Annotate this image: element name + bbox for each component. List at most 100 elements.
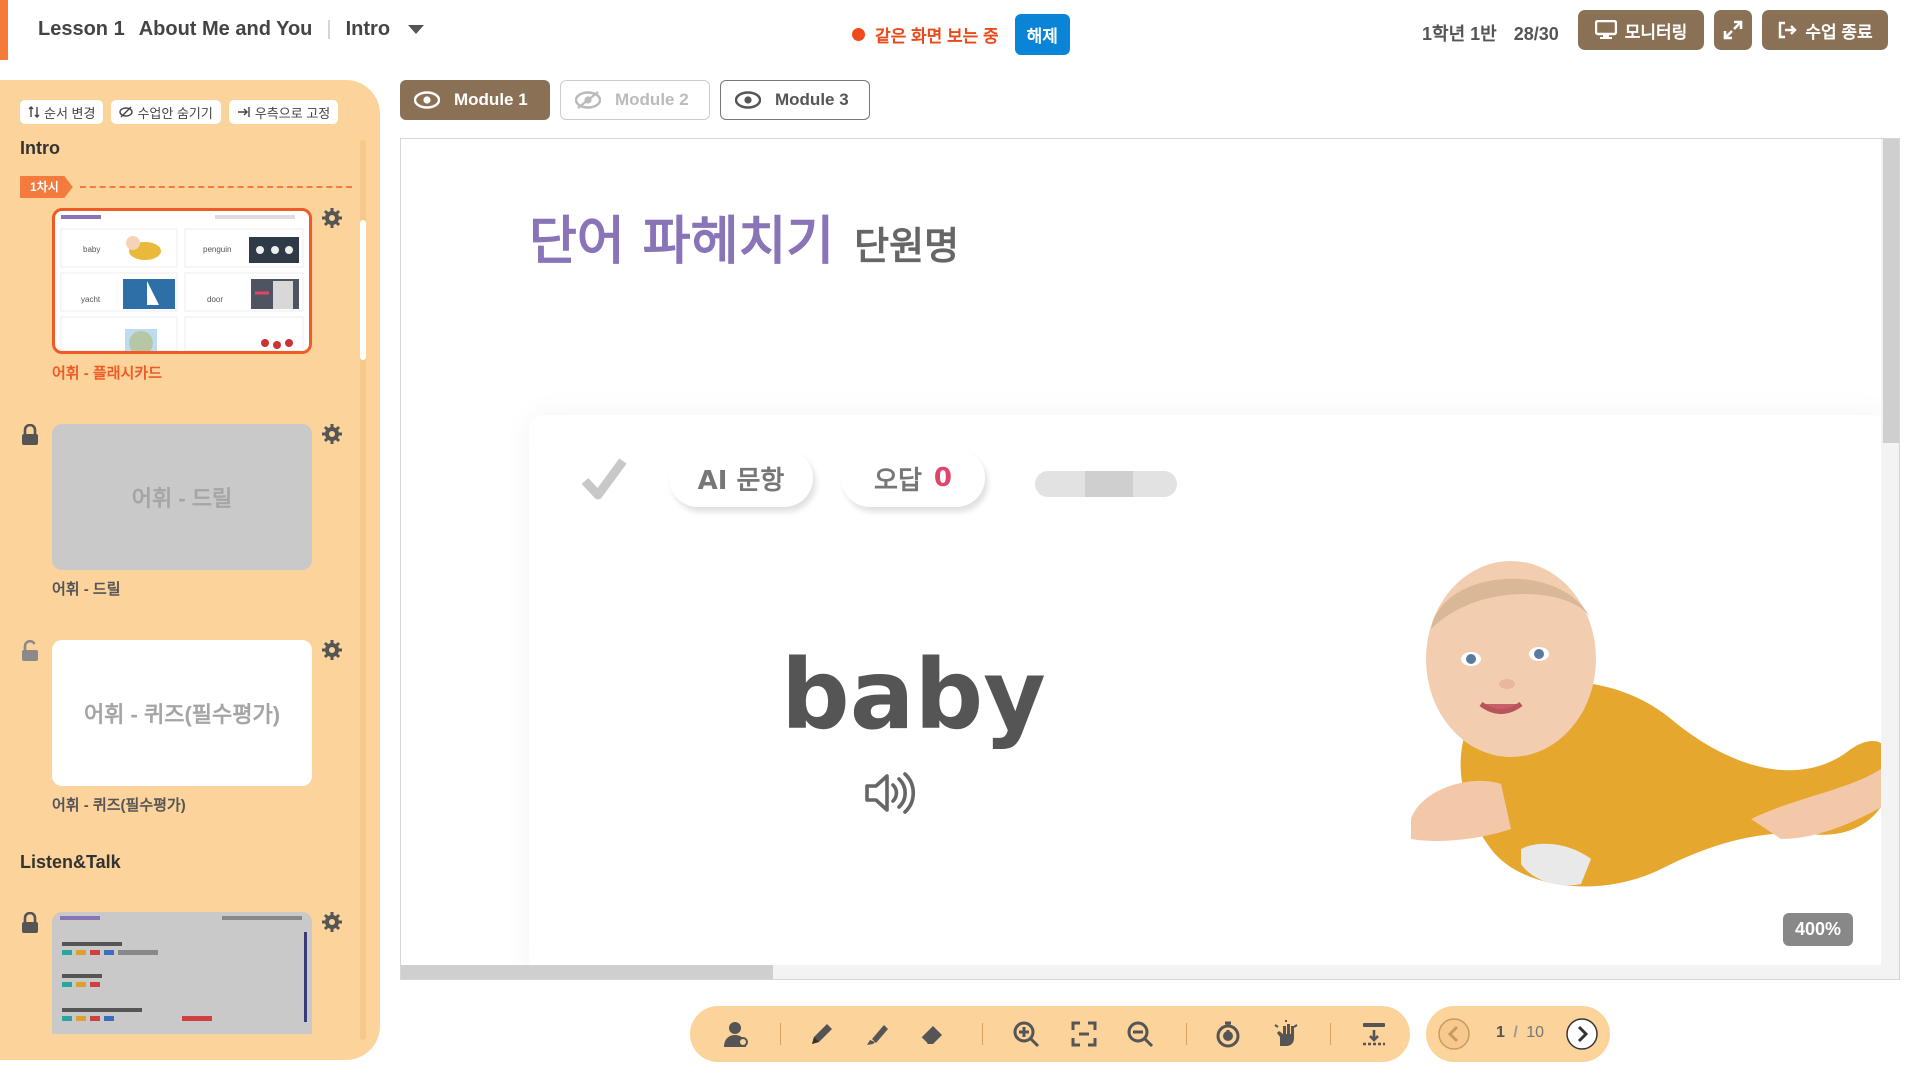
- checkmark-icon[interactable]: [581, 457, 627, 501]
- vertical-scrollbar[interactable]: [1881, 139, 1899, 965]
- attendance-count: 28/30: [1513, 24, 1559, 44]
- toolbar-divider: [982, 1023, 983, 1045]
- toolbar-divider: [1186, 1023, 1187, 1045]
- section-dropdown[interactable]: Intro: [346, 18, 390, 41]
- exit-icon: [1779, 21, 1798, 39]
- thumb-word: yacht: [81, 295, 101, 304]
- reorder-label: 순서 변경: [44, 105, 96, 121]
- student-icon[interactable]: [722, 1020, 750, 1048]
- class-info: 1학년 1반 28/30: [1422, 20, 1559, 46]
- thumbnail-drill[interactable]: 어휘 - 드릴: [52, 424, 312, 570]
- ai-question-label: AI 문항: [697, 465, 785, 496]
- pin-right-label: 우측으로 고정: [254, 105, 331, 121]
- activity-title-text: 단어 파헤치기: [529, 212, 835, 272]
- zoom-in-icon[interactable]: [1012, 1020, 1040, 1048]
- thumb-word: penguin: [203, 245, 232, 254]
- tab-module-3[interactable]: Module 3: [720, 80, 870, 120]
- class-name: 1학년 1반: [1422, 24, 1497, 44]
- gear-icon[interactable]: [322, 424, 342, 444]
- gear-icon[interactable]: [322, 912, 342, 932]
- release-button[interactable]: 해제: [1014, 14, 1070, 55]
- thumbnail-listen-talk[interactable]: [52, 912, 312, 1034]
- listen-talk-preview: [60, 916, 307, 1022]
- page-separator: /: [1513, 1024, 1518, 1041]
- toolbar-divider: [780, 1023, 781, 1045]
- live-status-text: 같은 화면 보는 중: [875, 27, 999, 46]
- tab-module-3-label: Module 3: [775, 90, 849, 109]
- pin-right-icon: [237, 107, 250, 117]
- pin-right-button[interactable]: 우측으로 고정: [228, 100, 339, 124]
- lock-icon[interactable]: [20, 912, 40, 934]
- live-dot-icon: [852, 28, 865, 41]
- activity-title: 단어 파헤치기 단원명: [529, 199, 959, 274]
- vertical-scroll-thumb[interactable]: [1883, 139, 1899, 443]
- toolbar-divider: [1330, 1023, 1331, 1045]
- thumbnail-flashcard[interactable]: baby penguin yacht door: [52, 208, 312, 354]
- hide-plan-button[interactable]: 수업안 숨기기: [111, 100, 221, 124]
- ai-question-button[interactable]: AI 문항: [669, 449, 813, 507]
- item-label-quiz: 어휘 - 퀴즈(필수평가): [52, 797, 186, 814]
- sidebar-toolbar: 순서 변경 수업안 숨기기 우측으로 고정: [20, 100, 339, 124]
- end-class-label: 수업 종료: [1805, 22, 1873, 42]
- section-title-intro: Intro: [20, 138, 60, 158]
- speaker-icon[interactable]: [863, 769, 915, 817]
- chevron-down-icon[interactable]: [408, 25, 425, 34]
- wrong-answers-button[interactable]: 오답 0: [841, 449, 985, 507]
- highlighter-icon[interactable]: [864, 1020, 892, 1048]
- next-page-button[interactable]: [1566, 1018, 1598, 1050]
- tab-module-1[interactable]: Module 1: [400, 80, 550, 120]
- lesson-sidebar: 순서 변경 수업안 숨기기 우측으로 고정 Intro 1차시 baby pen…: [0, 80, 380, 1060]
- quiz-placeholder: 어휘 - 퀴즈(필수평가): [83, 702, 281, 727]
- sidebar-scrollbar[interactable]: [360, 140, 366, 1040]
- gear-icon[interactable]: [322, 208, 342, 228]
- raise-hand-icon[interactable]: [1272, 1020, 1300, 1048]
- hide-plan-label: 수업안 숨기기: [137, 105, 213, 121]
- end-class-button[interactable]: 수업 종료: [1762, 10, 1888, 50]
- tab-module-2-label: Module 2: [615, 90, 689, 109]
- horizontal-scroll-thumb[interactable]: [401, 965, 773, 979]
- thumb-word: baby: [83, 245, 101, 254]
- monitoring-button[interactable]: 모니터링: [1578, 10, 1704, 50]
- horizontal-scrollbar[interactable]: [401, 965, 1899, 979]
- eraser-icon[interactable]: [918, 1020, 946, 1048]
- monitoring-label: 모니터링: [1624, 22, 1688, 42]
- lesson-number: Lesson 1: [38, 18, 125, 40]
- content-viewer[interactable]: 단어 파헤치기 단원명 AI 문항 오답 0 baby 400%: [400, 138, 1900, 980]
- unit-name: 단원명: [854, 224, 960, 268]
- gear-icon[interactable]: [322, 640, 342, 660]
- reorder-button[interactable]: 순서 변경: [20, 100, 104, 124]
- tab-module-1-label: Module 1: [454, 90, 528, 109]
- progress-segment: [1085, 471, 1133, 497]
- monitor-icon: [1594, 20, 1617, 39]
- lock-icon[interactable]: [20, 424, 40, 446]
- pencil-icon[interactable]: [808, 1020, 836, 1048]
- zoom-out-icon[interactable]: [1126, 1020, 1154, 1048]
- breadcrumb-separator: |: [326, 18, 332, 40]
- page-indicator: 1 / 10: [1496, 1024, 1544, 1042]
- unlock-icon[interactable]: [20, 640, 40, 662]
- zoom-level-badge: 400%: [1783, 913, 1854, 946]
- fit-screen-icon[interactable]: [1070, 1020, 1098, 1048]
- tab-module-2[interactable]: Module 2: [560, 80, 710, 120]
- current-page: 1: [1496, 1024, 1505, 1041]
- prev-page-button[interactable]: [1438, 1018, 1470, 1050]
- progress-bar: [1035, 471, 1177, 497]
- live-status: 같은 화면 보는 중 해제: [852, 14, 1070, 55]
- thumbnail-quiz[interactable]: 어휘 - 퀴즈(필수평가): [52, 640, 312, 786]
- eye-off-icon: [119, 106, 134, 118]
- lesson-title: About Me and You: [138, 18, 313, 40]
- section-title-listen-talk: Listen&Talk: [20, 852, 121, 872]
- eye-icon: [414, 91, 440, 109]
- baby-image: [1411, 561, 1896, 887]
- flashcard-word: baby: [781, 639, 1046, 751]
- flashcard-preview: [60, 215, 304, 351]
- eye-icon: [735, 91, 761, 109]
- timer-icon[interactable]: [1214, 1020, 1242, 1048]
- fullscreen-button[interactable]: [1714, 10, 1752, 50]
- drill-placeholder: 어휘 - 드릴: [131, 486, 233, 511]
- accent-bar: [0, 0, 8, 60]
- screen-cover-icon[interactable]: [1360, 1020, 1388, 1048]
- wrong-answers-label: 오답: [874, 465, 922, 496]
- sidebar-scroll-thumb[interactable]: [360, 220, 366, 360]
- top-header: Lesson 1 About Me and You | Intro 같은 화면 …: [0, 0, 1920, 60]
